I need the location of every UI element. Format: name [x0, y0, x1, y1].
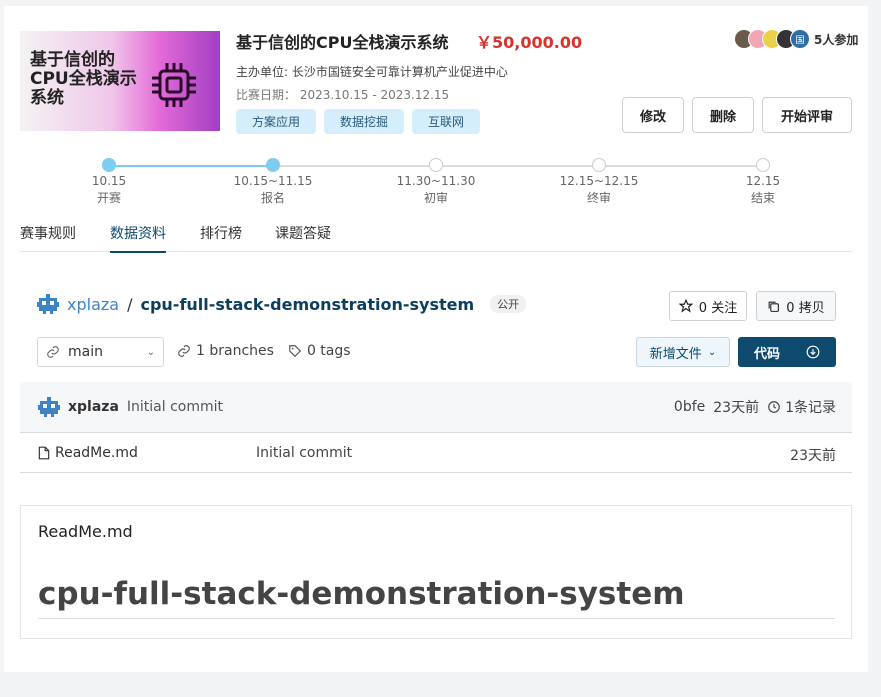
repo-meta-links: 1 branches 0 tags [177, 343, 351, 359]
commit-time: 23天前 [713, 400, 760, 416]
link-icon [178, 345, 190, 357]
tags-link[interactable]: 0 tags [288, 343, 351, 359]
timeline-label: 初审 [423, 191, 448, 205]
star-button[interactable]: 0 关注 [669, 291, 747, 321]
tag-item: 数据挖掘 [324, 109, 405, 134]
timeline-node [592, 158, 606, 172]
start-review-button[interactable]: 开始评审 [762, 97, 852, 133]
commit-author[interactable]: xplaza [68, 399, 119, 415]
star-label: 0 关注 [698, 300, 738, 316]
repo-path-separator: / [127, 294, 133, 314]
chevron-down-icon: ⌄ [707, 346, 717, 358]
latest-commit-bar: xplaza Initial commit 0bfe 23天前 1条记录 [20, 382, 852, 433]
timeline-node [266, 158, 280, 172]
readme-heading: cpu-full-stack-demonstration-system [38, 576, 835, 619]
link-icon [47, 346, 59, 358]
timeline-date: 12.15~12.15 [559, 174, 639, 188]
participants[interactable]: 国 5人参加 [734, 29, 858, 49]
commit-message[interactable]: Initial commit [127, 399, 223, 415]
commit-history-link[interactable]: 1条记录 [767, 397, 836, 417]
fork-label: 0 拷贝 [786, 300, 825, 316]
organizer-text: 主办单位: 长沙市国链安全可靠计算机产业促进中心 [236, 65, 508, 79]
timeline-node [429, 158, 443, 172]
code-button[interactable]: 代码 [738, 337, 836, 367]
edit-button[interactable]: 修改 [622, 97, 684, 133]
file-icon [38, 446, 50, 460]
branches-count: 1 branches [196, 343, 274, 359]
timeline-label: 终审 [586, 191, 611, 205]
repo-header: xplaza / cpu-full-stack-demonstration-sy… [37, 293, 527, 315]
timeline-node [102, 158, 116, 172]
file-row[interactable]: ReadMe.md Initial commit 23天前 [20, 433, 852, 473]
readme-filename: ReadMe.md [38, 522, 133, 541]
visibility-badge: 公开 [490, 295, 527, 313]
file-commit-message[interactable]: Initial commit [256, 445, 352, 461]
file-name: ReadMe.md [55, 445, 138, 461]
code-label: 代码 [754, 346, 781, 362]
star-icon [678, 299, 693, 313]
tag-icon [289, 345, 302, 358]
tab-data[interactable]: 数据资料 [110, 223, 166, 253]
timeline-label: 开赛 [96, 191, 121, 205]
new-file-label: 新增文件 [649, 346, 702, 362]
robot-avatar-icon [37, 294, 59, 314]
competition-banner: 基于信创的CPU全栈演示系统 [20, 31, 220, 131]
banner-title: 基于信创的CPU全栈演示系统 [30, 50, 137, 108]
readme-panel: ReadMe.md cpu-full-stack-demonstration-s… [20, 505, 852, 639]
timeline-label: 报名 [260, 191, 285, 205]
competition-dates: 比赛日期： 2023.10.15 - 2023.12.15 [236, 88, 450, 102]
competition-tabs: 赛事规则 数据资料 排行榜 课题答疑 [20, 220, 852, 253]
competition-actions: 修改 删除 开始评审 [622, 97, 852, 133]
branches-link[interactable]: 1 branches [177, 343, 274, 359]
file-time: 23天前 [790, 448, 836, 464]
chevron-down-icon: ⌄ [146, 346, 155, 358]
timeline-line-done [109, 165, 273, 167]
repo-name-link[interactable]: cpu-full-stack-demonstration-system [140, 295, 474, 314]
download-icon [806, 345, 820, 359]
commit-count: 1条记录 [785, 400, 836, 416]
tag-item: 方案应用 [236, 109, 317, 134]
timeline-date: 11.30~11.30 [396, 174, 476, 188]
competition-title: 基于信创的CPU全栈演示系统 [236, 33, 449, 52]
tab-qa[interactable]: 课题答疑 [275, 223, 331, 251]
tag-list: 方案应用 数据挖掘 互联网 [236, 109, 481, 134]
new-file-button[interactable]: 新增文件 ⌄ [636, 337, 730, 367]
delete-button[interactable]: 删除 [692, 97, 754, 133]
timeline-date: 10.15 [91, 174, 127, 188]
tab-rules[interactable]: 赛事规则 [20, 223, 76, 251]
avatar: 国 [790, 29, 810, 49]
timeline-date: 12.15 [745, 174, 781, 188]
fork-button[interactable]: 0 拷贝 [756, 291, 836, 321]
timeline-line-pending [273, 165, 763, 167]
participants-count: 5人参加 [814, 32, 859, 47]
branch-selector[interactable]: main ⌄ [37, 337, 164, 367]
tag-item: 互联网 [412, 109, 481, 134]
clock-icon [768, 401, 780, 413]
repo-owner-link[interactable]: xplaza [67, 295, 119, 314]
commit-info: 0bfe 23天前 1条记录 [674, 397, 836, 417]
competition-timeline: 10.15 开赛 10.15~11.15 报名 11.30~11.30 初审 1… [20, 158, 852, 208]
timeline-label: 结束 [750, 191, 775, 205]
prize-amount: ￥50,000.00 [476, 33, 583, 52]
branch-name: main [68, 344, 103, 360]
timeline-node [756, 158, 770, 172]
file-name-link[interactable]: ReadMe.md [38, 445, 138, 461]
robot-avatar-icon [38, 397, 60, 417]
commit-hash[interactable]: 0bfe [674, 399, 705, 415]
tags-count: 0 tags [306, 343, 351, 359]
timeline-date: 10.15~11.15 [233, 174, 313, 188]
cpu-chip-icon [152, 63, 196, 107]
copy-icon [768, 301, 780, 312]
tab-leaderboard[interactable]: 排行榜 [200, 223, 242, 251]
